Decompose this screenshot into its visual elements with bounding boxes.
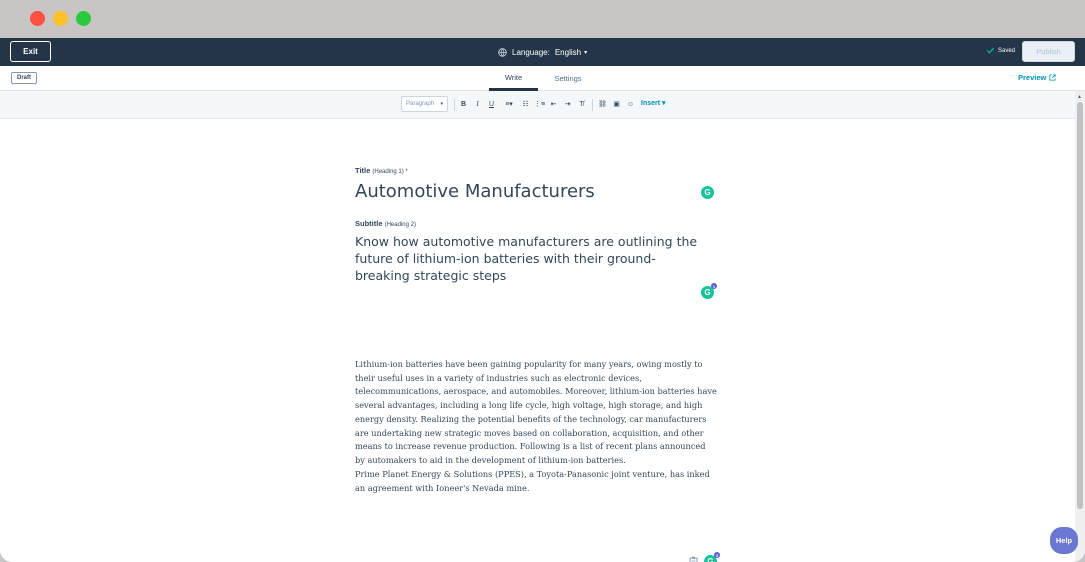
toolbar-divider xyxy=(592,99,593,111)
editor-app: Exit Language: English ▾ Saved Publish D… xyxy=(0,38,1085,562)
bullet-list-icon[interactable]: ☷ xyxy=(521,99,530,109)
paragraph-style-select[interactable]: Paragraph ▾ xyxy=(401,96,448,112)
publish-button[interactable]: Publish xyxy=(1022,41,1075,62)
subtitle-input[interactable]: Know how automotive manufacturers are ou… xyxy=(355,233,710,284)
minimize-window-button[interactable] xyxy=(53,11,68,26)
bold-icon[interactable]: B xyxy=(459,99,468,109)
grammarly-badge: 1 xyxy=(711,283,717,289)
body-paragraph[interactable]: Prime Planet Energy & Solutions (PPES), … xyxy=(355,468,717,495)
paragraph-select-value: Paragraph xyxy=(406,101,435,107)
preview-label: Preview xyxy=(1018,73,1047,82)
title-hint: (Heading 1) * xyxy=(372,169,408,175)
maximize-window-button[interactable] xyxy=(76,11,91,26)
emoji-icon[interactable]: ☺ xyxy=(626,99,635,109)
draft-badge: Draft xyxy=(11,72,37,84)
language-label: Language: xyxy=(512,47,550,57)
title-label: Title xyxy=(355,166,371,175)
globe-icon xyxy=(498,47,507,57)
preview-link[interactable]: Preview xyxy=(1018,73,1056,82)
grammarly-icon[interactable]: G xyxy=(701,186,714,199)
title-input[interactable]: Automotive Manufacturers xyxy=(355,181,595,202)
body-paragraph[interactable]: Lithium-ion batteries have been gaining … xyxy=(355,358,717,468)
language-selector[interactable]: Language: English ▾ xyxy=(498,45,587,59)
title-field-label: Title (Heading 1) * xyxy=(355,166,408,175)
scroll-thumb[interactable] xyxy=(1077,102,1083,509)
close-window-button[interactable] xyxy=(30,11,45,26)
app-window: Exit Language: English ▾ Saved Publish D… xyxy=(0,0,1085,562)
image-icon[interactable]: ▣ xyxy=(612,99,621,109)
tab-bar: Draft Write Settings Preview xyxy=(0,66,1085,91)
grammarly-icon[interactable]: G 1 xyxy=(701,283,717,299)
subtitle-label: Subtitle xyxy=(355,219,383,228)
clear-format-icon[interactable]: T̸ xyxy=(577,99,586,109)
chevron-down-icon: ▾ xyxy=(440,101,443,107)
editor-canvas: Title (Heading 1) * Automotive Manufactu… xyxy=(0,119,1075,562)
vertical-scrollbar[interactable]: ▲ xyxy=(1075,91,1085,562)
insert-menu[interactable]: Insert ▾ xyxy=(641,99,666,107)
link-icon[interactable]: ⛓ xyxy=(598,99,607,109)
grammarly-icon[interactable]: G 3 xyxy=(704,552,720,562)
help-button[interactable]: Help xyxy=(1050,527,1078,554)
align-icon[interactable]: ≡▾ xyxy=(502,99,516,109)
subtitle-hint: (Heading 2) xyxy=(384,222,416,228)
underline-icon[interactable]: U xyxy=(487,99,496,109)
language-value: English xyxy=(554,47,582,57)
indent-icon[interactable]: ⇥ xyxy=(563,99,572,109)
top-bar: Exit Language: English ▾ Saved Publish xyxy=(0,38,1085,66)
saved-label: Saved xyxy=(998,47,1016,54)
outdent-icon[interactable]: ⇤ xyxy=(549,99,558,109)
clipboard-icon[interactable] xyxy=(689,556,698,562)
numbered-list-icon[interactable]: ⋮≡ xyxy=(534,99,545,109)
exit-button[interactable]: Exit xyxy=(10,41,51,62)
grammarly-badge: 3 xyxy=(714,552,720,558)
formatting-toolbar: Paragraph ▾ B I U ≡▾ ☷ ⋮≡ ⇤ ⇥ T̸ ⛓ ▣ ☺ I… xyxy=(0,91,1075,119)
toolbar-divider xyxy=(454,99,455,111)
italic-icon[interactable]: I xyxy=(473,99,482,109)
insert-label: Insert xyxy=(641,100,661,107)
external-link-icon xyxy=(1049,74,1056,81)
chevron-down-icon: ▾ xyxy=(584,49,588,56)
saved-status: Saved xyxy=(986,46,1015,55)
tab-settings[interactable]: Settings xyxy=(545,66,591,91)
subtitle-field-label: Subtitle (Heading 2) xyxy=(355,219,416,228)
tab-write[interactable]: Write xyxy=(489,66,538,91)
scroll-up-icon[interactable]: ▲ xyxy=(1077,94,1082,100)
check-icon xyxy=(986,47,995,54)
